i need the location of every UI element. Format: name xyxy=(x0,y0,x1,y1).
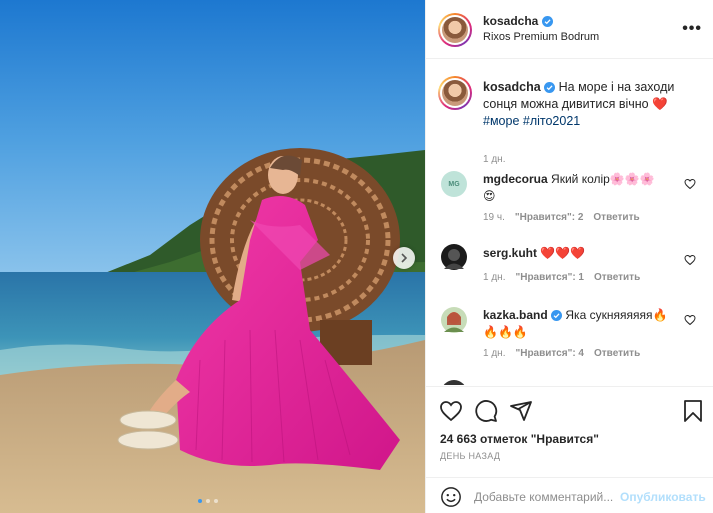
comment-likes[interactable]: "Нравится": 4 xyxy=(515,348,584,359)
like-comment-heart-icon[interactable] xyxy=(684,314,696,326)
comment-body: Який колір🌸🌸🌸 xyxy=(551,172,655,186)
comment-meta: 1 дн. "Нравится": 4 Ответить xyxy=(483,348,640,359)
next-photo-button[interactable] xyxy=(393,247,415,269)
bookmark-icon[interactable] xyxy=(681,399,705,423)
heart-icon[interactable] xyxy=(439,399,463,423)
comment-time[interactable]: 1 дн. xyxy=(483,348,505,359)
post-details-panel: kosadcha Rixos Premium Bodrum ••• kosadc… xyxy=(425,0,713,513)
author-avatar[interactable] xyxy=(438,13,472,47)
comment-body-line2: 😍 xyxy=(483,189,496,203)
more-options-button[interactable]: ••• xyxy=(682,20,702,38)
instagram-post-viewer: kosadcha Rixos Premium Bodrum ••• kosadc… xyxy=(0,0,713,513)
commenter-avatar[interactable] xyxy=(441,380,467,385)
commenter-username[interactable]: mgdecorua xyxy=(483,172,548,186)
caption-time[interactable]: 1 дн. xyxy=(483,154,505,165)
commenter-username[interactable]: kazka.band xyxy=(483,308,548,322)
caption-hashtags[interactable]: #море #літо2021 xyxy=(483,114,580,128)
reply-button[interactable]: Ответить xyxy=(593,212,639,223)
publish-comment-button[interactable]: Опубликовать xyxy=(620,490,706,504)
more-options-icon: ••• xyxy=(682,20,702,37)
comment-body-line2: 🔥🔥🔥 xyxy=(483,325,528,339)
comment-body: Яка сукняяяяяя🔥 xyxy=(565,308,668,322)
add-comment-input[interactable] xyxy=(474,487,622,507)
comment-icon[interactable] xyxy=(474,399,498,423)
carousel-dot xyxy=(206,499,210,503)
like-comment-heart-icon[interactable] xyxy=(684,178,696,190)
comment-likes[interactable]: "Нравится": 1 xyxy=(515,272,584,283)
beach-photo-illustration xyxy=(0,0,425,513)
commenter-username[interactable]: serg.kuht xyxy=(483,246,537,260)
verified-badge-icon xyxy=(542,15,554,27)
send-icon[interactable] xyxy=(509,399,533,423)
like-comment-heart-icon[interactable] xyxy=(684,254,696,266)
comment-time[interactable]: 1 дн. xyxy=(483,272,505,283)
reply-button[interactable]: Ответить xyxy=(594,348,640,359)
comment-text: mgdecorua Який колір🌸🌸🌸 😍 xyxy=(483,171,683,205)
comment-body: ❤️❤️❤️ xyxy=(540,246,586,260)
caption-emoji: ❤️ xyxy=(652,97,668,111)
author-username-text[interactable]: kosadcha xyxy=(483,14,538,28)
caption-text: kosadcha На море і на заходи сонця можна… xyxy=(483,79,693,130)
add-comment-bar: Опубликовать xyxy=(426,477,713,513)
commenter-avatar[interactable]: MG xyxy=(441,171,467,197)
caption-meta: 1 дн. xyxy=(483,154,505,165)
post-location[interactable]: Rixos Premium Bodrum xyxy=(483,31,599,43)
post-photo[interactable] xyxy=(0,0,425,513)
carousel-indicator xyxy=(198,499,218,503)
post-header: kosadcha Rixos Premium Bodrum ••• xyxy=(426,0,713,59)
carousel-dot xyxy=(214,499,218,503)
avatar-photo xyxy=(444,312,464,332)
post-date[interactable]: ДЕНЬ НАЗАД xyxy=(440,451,500,461)
avatar-initials: MG xyxy=(448,180,460,188)
comment-meta: 1 дн. "Нравится": 1 Ответить xyxy=(483,272,640,283)
caption-username[interactable]: kosadcha xyxy=(483,80,541,94)
commenter-avatar[interactable] xyxy=(441,244,467,270)
comment-likes[interactable]: "Нравится": 2 xyxy=(515,212,584,223)
emoji-icon[interactable] xyxy=(440,486,462,508)
verified-badge-icon xyxy=(551,310,563,322)
author-username[interactable]: kosadcha xyxy=(483,14,554,28)
reply-button[interactable]: Ответить xyxy=(594,272,640,283)
chevron-right-icon xyxy=(401,253,408,263)
comments-list: kosadcha На море і на заходи сонця можна… xyxy=(426,60,713,385)
avatar-photo xyxy=(444,249,464,269)
comment-time[interactable]: 19 ч. xyxy=(483,212,505,223)
comment-text: kazka.band Яка сукняяяяяя🔥 🔥🔥🔥 xyxy=(483,307,683,341)
post-actions: 24 663 отметок "Нравится" ДЕНЬ НАЗАД Опу… xyxy=(426,386,713,513)
comment-meta: 19 ч. "Нравится": 2 Ответить xyxy=(483,212,640,223)
caption-author-avatar[interactable] xyxy=(438,76,472,110)
commenter-avatar[interactable] xyxy=(441,307,467,333)
likes-count[interactable]: 24 663 отметок "Нравится" xyxy=(440,432,599,446)
verified-badge-icon xyxy=(544,82,556,94)
carousel-dot xyxy=(198,499,202,503)
comment-text: serg.kuht ❤️❤️❤️ xyxy=(483,245,683,262)
